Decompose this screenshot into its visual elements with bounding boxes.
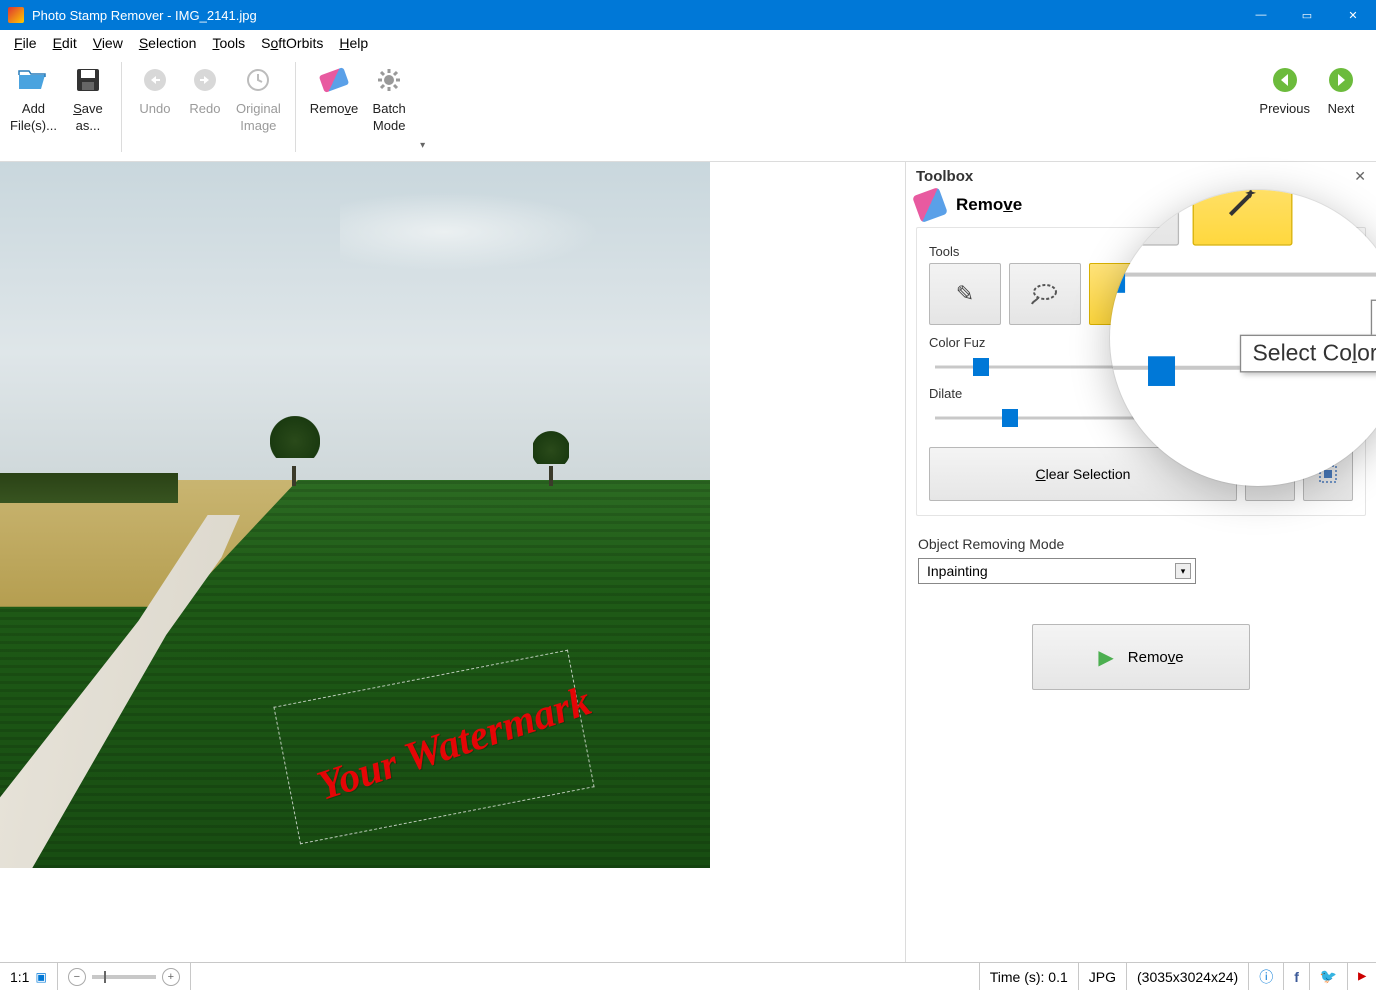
redo-icon	[189, 64, 221, 96]
magic-wand-tool[interactable]	[1089, 263, 1161, 325]
tools-section: Tools ✎ Color Fuz 0 Dilate 2	[916, 227, 1366, 516]
zoom-out-button[interactable]: −	[68, 968, 86, 986]
menu-help[interactable]: Help	[331, 33, 376, 53]
redo-button[interactable]: Redo	[180, 62, 230, 161]
menu-selection[interactable]: Selection	[131, 33, 205, 53]
facebook-icon[interactable]: f	[1283, 963, 1309, 990]
dilate-value[interactable]: 2	[1303, 405, 1353, 431]
original-image-button[interactable]: Original Image	[230, 62, 287, 161]
toolbar: Add File(s)... Saveas... Undo Redo Origi…	[0, 56, 1376, 162]
zoom-slider-seg: − +	[57, 963, 190, 990]
clear-selection-button[interactable]: Clear Selection	[929, 447, 1237, 501]
lasso-tool[interactable]	[1009, 263, 1081, 325]
mode-value: Inpainting	[927, 563, 988, 579]
info-icon[interactable]: ⓘ	[1248, 963, 1283, 990]
menu-tools[interactable]: Tools	[204, 33, 253, 53]
zoom-ratio[interactable]: 1:1 ▣	[0, 963, 57, 990]
toolbox-panel: Toolbox ✕ Remove Tools ✎ Color Fuz 0 Di	[905, 162, 1376, 962]
save-icon	[72, 64, 104, 96]
canvas-area[interactable]: Your Watermark	[0, 162, 905, 962]
menu-view[interactable]: View	[85, 33, 131, 53]
next-icon	[1325, 64, 1357, 96]
zoom-in-button[interactable]: +	[162, 968, 180, 986]
app-icon	[8, 7, 24, 23]
image-canvas: Your Watermark	[0, 162, 710, 868]
next-button[interactable]: Next	[1316, 62, 1366, 119]
undo-button[interactable]: Undo	[130, 62, 180, 161]
main-area: Your Watermark Toolbox ✕ Remove Tools ✎ …	[0, 162, 1376, 962]
dilate-label: Dilate	[929, 386, 1353, 401]
fit-screen-icon: ▣	[35, 970, 46, 984]
color-fuzziness-label: Color Fuz	[929, 335, 1353, 350]
batch-mode-dropdown[interactable]: ▾	[420, 140, 425, 161]
save-selection-button[interactable]	[1245, 447, 1295, 501]
menu-edit[interactable]: Edit	[45, 33, 85, 53]
remove-button[interactable]: Remove	[304, 62, 364, 161]
minimize-button[interactable]: ―	[1238, 0, 1284, 30]
folder-open-icon	[17, 64, 49, 96]
tools-label: Tools	[929, 244, 1353, 259]
remove-action-button[interactable]: ▶ Remove	[1032, 624, 1250, 690]
status-dimensions: (3035x3024x24)	[1126, 963, 1248, 990]
load-selection-button[interactable]	[1303, 447, 1353, 501]
close-button[interactable]: ✕	[1330, 0, 1376, 30]
menu-bar: File Edit View Selection Tools SoftOrbit…	[0, 30, 1376, 56]
batch-mode-button[interactable]: Batch Mode	[364, 62, 414, 161]
color-fuzziness-value[interactable]: 0	[1303, 354, 1353, 380]
dilate-slider[interactable]	[929, 407, 1295, 429]
title-bar: Photo Stamp Remover - IMG_2141.jpg ― ▭ ✕	[0, 0, 1376, 30]
previous-button[interactable]: Previous	[1253, 62, 1316, 119]
save-as-button[interactable]: Saveas...	[63, 62, 113, 161]
twitter-icon[interactable]: 🐦	[1309, 963, 1347, 990]
previous-icon	[1269, 64, 1301, 96]
zoom-slider[interactable]	[92, 975, 156, 979]
mode-label: Object Removing Mode	[918, 536, 1376, 552]
color-fuzziness-slider[interactable]	[929, 356, 1295, 378]
status-time: Time (s): 0.1	[979, 963, 1078, 990]
clone-stamp-tool[interactable]	[1277, 263, 1353, 325]
pencil-tool[interactable]: ✎	[929, 263, 1001, 325]
play-icon: ▶	[1098, 645, 1113, 670]
toolbox-title: Toolbox	[916, 168, 973, 185]
menu-file[interactable]: File	[6, 33, 45, 53]
section-title: Remove	[956, 195, 1022, 215]
menu-softorbits[interactable]: SoftOrbits	[253, 33, 331, 53]
mode-combobox[interactable]: Inpainting ▾	[918, 558, 1196, 584]
status-format: JPG	[1078, 963, 1126, 990]
toolbox-close-icon[interactable]: ✕	[1354, 168, 1366, 185]
window-title: Photo Stamp Remover - IMG_2141.jpg	[32, 8, 257, 23]
chevron-down-icon: ▾	[1175, 563, 1191, 579]
gear-icon	[373, 64, 405, 96]
add-files-button[interactable]: Add File(s)...	[4, 62, 63, 161]
youtube-icon[interactable]: ▶	[1347, 963, 1376, 990]
history-icon	[242, 64, 274, 96]
eraser-icon	[318, 64, 350, 96]
mag-value: 0	[1371, 300, 1376, 341]
undo-icon	[139, 64, 171, 96]
maximize-button[interactable]: ▭	[1284, 0, 1330, 30]
eraser-icon	[912, 187, 948, 223]
status-bar: 1:1 ▣ − + Time (s): 0.1 JPG (3035x3024x2…	[0, 962, 1376, 990]
